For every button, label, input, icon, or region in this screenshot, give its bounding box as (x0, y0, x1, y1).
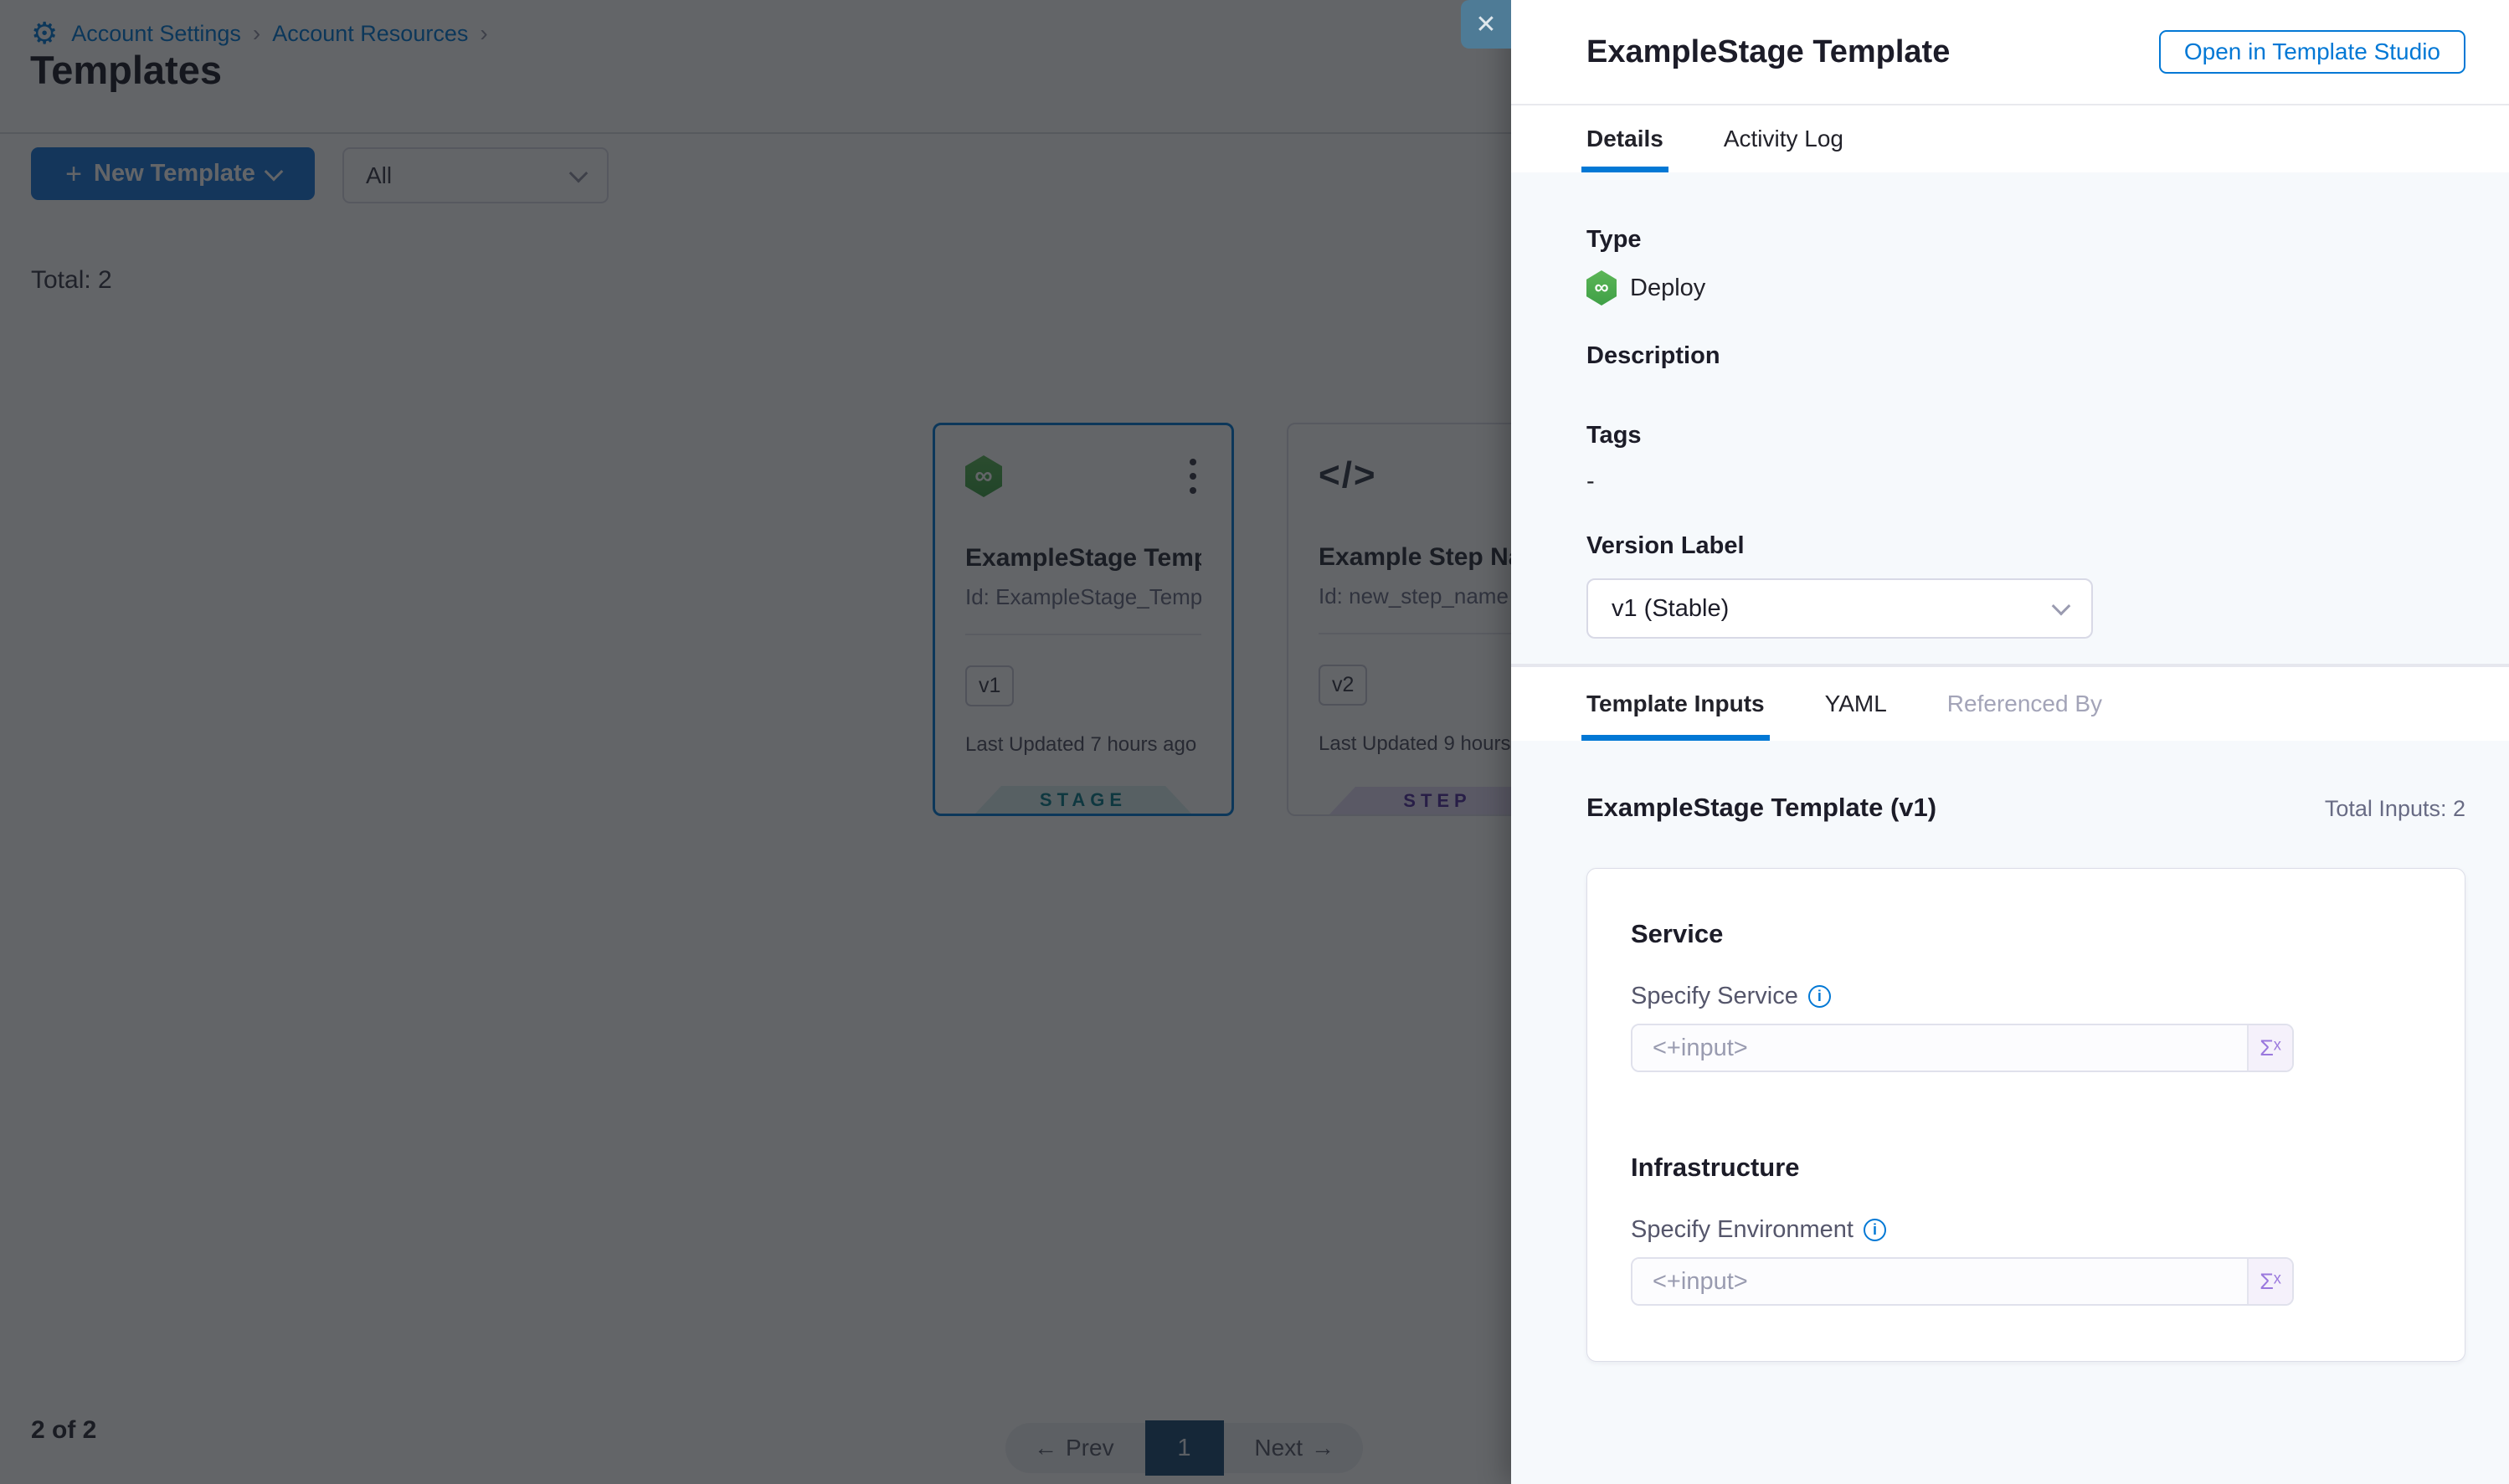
info-icon[interactable]: i (1808, 985, 1831, 1008)
environment-input-row: Σˣ (1631, 1257, 2294, 1306)
inputs-header: ExampleStage Template (v1) Total Inputs:… (1586, 793, 2465, 823)
tab-yaml[interactable]: YAML (1825, 667, 1887, 741)
service-input[interactable] (1632, 1025, 2247, 1071)
type-value-row: ∞ Deploy (1586, 270, 2434, 306)
drawer-header: ExampleStage Template Open in Template S… (1511, 0, 2509, 105)
deploy-hexagon-icon: ∞ (1586, 270, 1617, 306)
infrastructure-section-title: Infrastructure (1631, 1153, 2421, 1183)
description-label: Description (1586, 342, 2434, 370)
tab-activity-log[interactable]: Activity Log (1724, 105, 1843, 172)
tab-referenced-by[interactable]: Referenced By (1947, 667, 2102, 741)
sigma-expression-icon[interactable]: Σˣ (2247, 1259, 2292, 1304)
drawer-inner-tabs: Template Inputs YAML Referenced By (1511, 665, 2509, 741)
inputs-heading: ExampleStage Template (v1) (1586, 793, 1936, 823)
drawer-tabs: Details Activity Log (1511, 105, 2509, 172)
service-section-title: Service (1631, 919, 2421, 949)
info-icon[interactable]: i (1864, 1219, 1886, 1241)
total-inputs-count: Total Inputs: 2 (2325, 796, 2465, 822)
template-inputs-pane: ExampleStage Template (v1) Total Inputs:… (1511, 741, 2509, 1484)
field-label-text: Specify Environment (1631, 1216, 1853, 1244)
tags-value: - (1586, 468, 2434, 496)
service-input-row: Σˣ (1631, 1024, 2294, 1072)
details-pane: Type ∞ Deploy Description Tags - Version… (1511, 172, 2509, 665)
tab-details[interactable]: Details (1586, 105, 1663, 172)
tags-label: Tags (1586, 422, 2434, 449)
version-select[interactable]: v1 (Stable) (1586, 578, 2093, 639)
environment-input[interactable] (1632, 1259, 2247, 1304)
version-label: Version Label (1586, 532, 2434, 560)
specify-service-label: Specify Service i (1631, 983, 2421, 1010)
tab-template-inputs[interactable]: Template Inputs (1586, 667, 1765, 741)
type-label: Type (1586, 226, 2434, 254)
close-icon[interactable]: ✕ (1461, 0, 1511, 49)
open-template-studio-button[interactable]: Open in Template Studio (2159, 30, 2465, 74)
inputs-card: Service Specify Service i Σˣ Infrastruct… (1586, 868, 2465, 1362)
drawer-title: ExampleStage Template (1586, 34, 1950, 70)
chevron-down-icon (2052, 597, 2071, 616)
app-root: ⚙ Account Settings › Account Resources ›… (0, 0, 2509, 1484)
infinity-glyph: ∞ (1594, 278, 1608, 298)
sigma-expression-icon[interactable]: Σˣ (2247, 1025, 2292, 1071)
template-details-drawer: ExampleStage Template Open in Template S… (1511, 0, 2509, 1484)
version-select-value: v1 (Stable) (1612, 595, 1729, 623)
specify-environment-label: Specify Environment i (1631, 1216, 2421, 1244)
type-value: Deploy (1630, 275, 1705, 302)
field-label-text: Specify Service (1631, 983, 1798, 1010)
